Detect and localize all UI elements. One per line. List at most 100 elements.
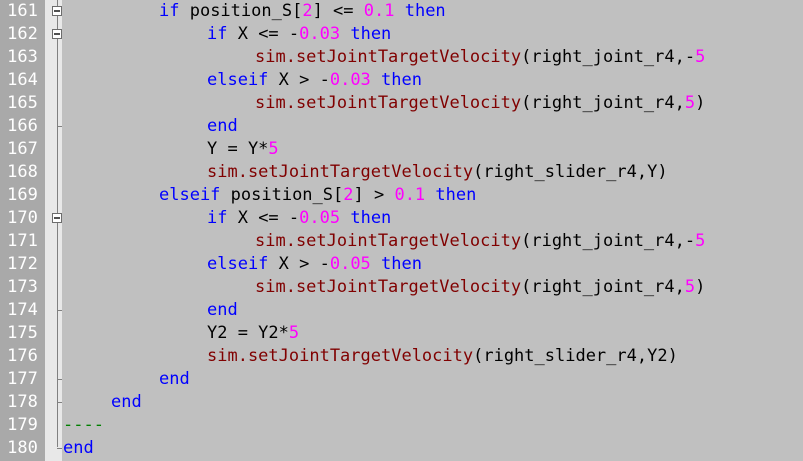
line-number: 174	[7, 300, 38, 320]
identifier-token: )	[695, 277, 706, 297]
code-text: Y = Y*5	[207, 138, 279, 161]
code-text: end	[207, 299, 238, 322]
fold-toggle-icon[interactable]	[52, 213, 62, 223]
fold-end-marker-icon	[52, 305, 62, 315]
code-text: elseif X > -0.05 then	[207, 253, 422, 276]
number-token: 5	[695, 47, 706, 67]
code-line: 180 end	[0, 437, 803, 460]
code-text: end	[111, 391, 142, 414]
identifier-token: (right_joint_r4,-	[521, 47, 696, 67]
code-text: ----	[63, 414, 104, 437]
code-text: if X <= -0.05 then	[207, 207, 391, 230]
code-line: 166 end	[0, 115, 803, 138]
comment-token: ----	[63, 415, 104, 435]
number-token: 5	[684, 277, 696, 297]
fold-toggle-icon[interactable]	[52, 6, 62, 16]
keyword-token: if	[207, 208, 228, 228]
code-line: 178 end	[0, 391, 803, 414]
identifier-token: X > -	[268, 70, 330, 90]
code-editor[interactable]: 161 if position_S[2] <= 0.1 then 162 if X <…	[0, 0, 803, 461]
keyword-token: then	[381, 254, 422, 274]
code-text: if position_S[2] <= 0.1 then	[159, 0, 446, 23]
number-token: 2	[302, 1, 313, 21]
keyword-token: end	[63, 438, 94, 458]
code-line: 169 elseif position_S[2] > 0.1 then	[0, 184, 803, 207]
identifier-token: (right_joint_r4,	[521, 277, 685, 297]
identifier-token: (right_slider_r4,Y)	[473, 162, 668, 182]
identifier-token: Y = Y*	[207, 139, 269, 159]
number-token: 5	[684, 93, 696, 113]
number-token: 0.1	[363, 1, 395, 21]
fold-end-marker-icon	[52, 443, 62, 453]
fold-end-marker-icon	[52, 121, 62, 131]
identifier-token	[371, 70, 381, 90]
keyword-token: then	[404, 1, 446, 21]
code-line: 174 end	[0, 299, 803, 322]
code-line: 165 sim.setJointTargetVelocity(right_join…	[0, 92, 803, 115]
line-number: 164	[7, 70, 38, 90]
identifier-token	[340, 208, 350, 228]
line-number: 175	[7, 323, 38, 343]
code-line: 179 ----	[0, 414, 803, 437]
line-number: 180	[7, 438, 38, 458]
code-line: 168 sim.setJointTargetVelocity(right_slid…	[0, 161, 803, 184]
line-number: 168	[7, 162, 38, 182]
keyword-token: then	[350, 24, 392, 44]
identifier-token: (right_slider_r4,Y2)	[473, 346, 678, 366]
fold-toggle-icon[interactable]	[52, 29, 62, 39]
function-token: sim.setJointTargetVelocity	[207, 162, 474, 182]
keyword-token: then	[350, 208, 392, 228]
function-token: sim.setJointTargetVelocity	[207, 346, 474, 366]
code-line: 176 sim.setJointTargetVelocity(right_slid…	[0, 345, 803, 368]
fold-end-marker-icon	[52, 397, 62, 407]
identifier-token	[394, 1, 404, 21]
identifier-token: X <= -	[227, 24, 300, 44]
code-line: 177 end	[0, 368, 803, 391]
keyword-token: end	[159, 369, 190, 389]
code-line: 163 sim.setJointTargetVelocity(right_join…	[0, 46, 803, 69]
code-text: elseif X > -0.03 then	[207, 69, 422, 92]
line-number: 169	[7, 185, 38, 205]
line-number: 162	[7, 24, 38, 44]
keyword-token: if	[159, 1, 180, 21]
line-number: 167	[7, 139, 38, 159]
fold-end-marker-icon	[52, 374, 62, 384]
keyword-token: if	[207, 24, 228, 44]
code-line: 172 elseif X > -0.05 then	[0, 253, 803, 276]
identifier-token: ] <=	[312, 1, 364, 21]
identifier-token: (right_joint_r4,-	[521, 231, 696, 251]
line-number: 179	[7, 415, 38, 435]
number-token: 0.05	[299, 208, 341, 228]
code-line: 164 elseif X > -0.03 then	[0, 69, 803, 92]
keyword-token: end	[207, 300, 238, 320]
line-number: 166	[7, 116, 38, 136]
line-number: 178	[7, 392, 38, 412]
line-number: 165	[7, 93, 38, 113]
keyword-token: then	[381, 70, 422, 90]
code-text: sim.setJointTargetVelocity(right_joint_r…	[255, 92, 705, 115]
identifier-token: (right_joint_r4,	[521, 93, 685, 113]
code-line: 171 sim.setJointTargetVelocity(right_join…	[0, 230, 803, 253]
identifier-token: X <= -	[227, 208, 300, 228]
identifier-token: position_S[	[220, 185, 344, 205]
identifier-token: position_S[	[179, 1, 303, 21]
code-text: sim.setJointTargetVelocity(right_joint_r…	[255, 230, 705, 253]
function-token: sim.setJointTargetVelocity	[255, 231, 522, 251]
identifier-token	[425, 185, 435, 205]
code-line: 173 sim.setJointTargetVelocity(right_join…	[0, 276, 803, 299]
keyword-token: end	[111, 392, 142, 412]
identifier-token	[340, 24, 350, 44]
line-number: 172	[7, 254, 38, 274]
identifier-token: X > -	[268, 254, 330, 274]
identifier-token: ] >	[353, 185, 395, 205]
code-text: sim.setJointTargetVelocity(right_slider_…	[207, 345, 678, 368]
keyword-token: end	[207, 116, 238, 136]
code-line: 175 Y2 = Y2*5	[0, 322, 803, 345]
code-line: 170 if X <= -0.05 then	[0, 207, 803, 230]
code-text: elseif position_S[2] > 0.1 then	[159, 184, 476, 207]
line-number: 170	[7, 208, 38, 228]
function-token: sim.setJointTargetVelocity	[255, 47, 522, 67]
identifier-token: )	[695, 93, 706, 113]
line-number: 171	[7, 231, 38, 251]
line-number: 173	[7, 277, 38, 297]
